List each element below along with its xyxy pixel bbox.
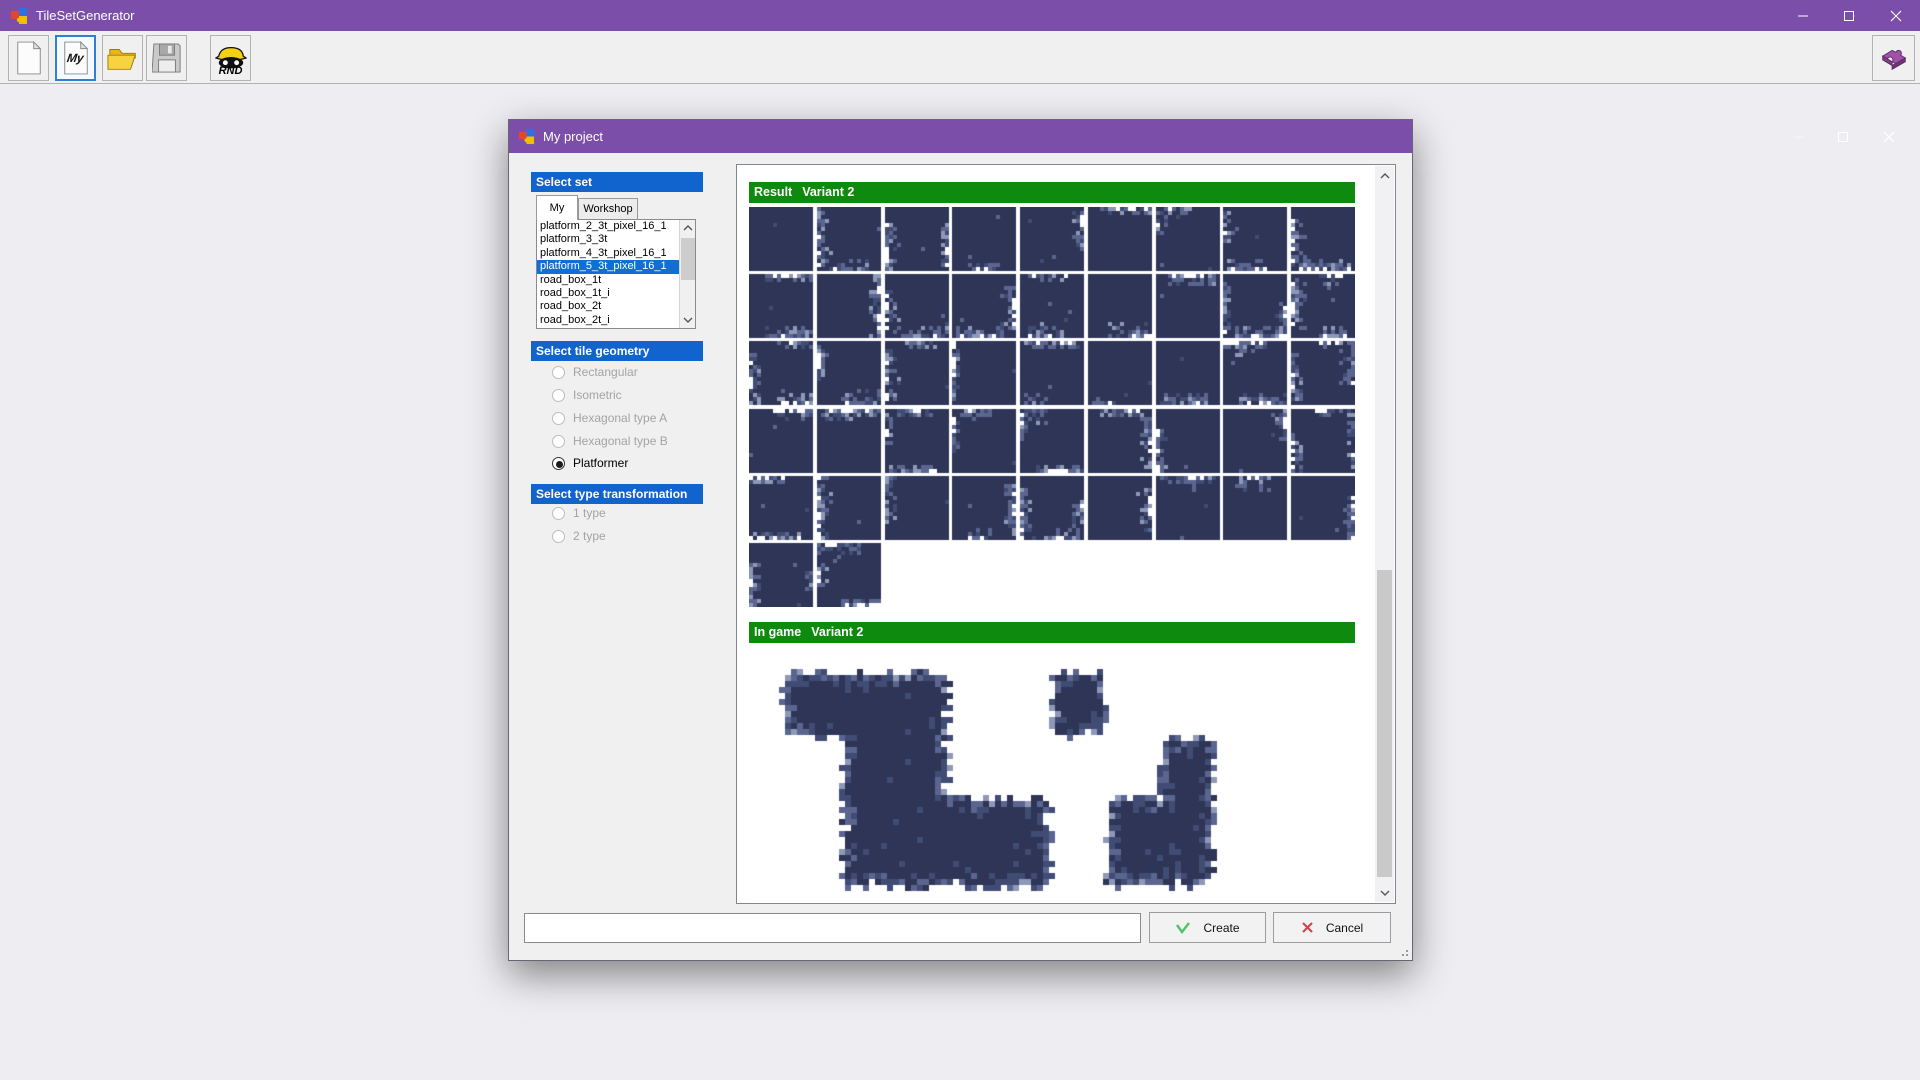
list-item[interactable]: road_box_1t	[537, 274, 695, 287]
radio-label: Platformer	[573, 456, 628, 470]
chevron-up-icon	[1380, 173, 1390, 179]
ingame-preview	[749, 651, 1355, 903]
ingame-header: In game Variant 2	[749, 622, 1355, 643]
radio-circle-icon	[552, 530, 565, 543]
window-titlebar[interactable]: TileSetGenerator	[0, 0, 1920, 31]
check-icon	[1175, 921, 1191, 934]
maximize-button[interactable]	[1826, 0, 1872, 31]
radio-hexagonal-b[interactable]: Hexagonal type B	[552, 430, 668, 452]
radio-label: Hexagonal type B	[573, 434, 668, 448]
open-folder-icon	[107, 43, 139, 73]
minimize-icon	[1793, 131, 1805, 143]
chevron-down-icon	[683, 317, 693, 323]
scroll-down-arrow[interactable]	[680, 312, 696, 328]
list-item[interactable]: platform_3_3t	[537, 233, 695, 246]
list-item-selected[interactable]: platform_5_3t_pixel_16_1	[537, 260, 695, 273]
list-item[interactable]: road_box_1t_i	[537, 287, 695, 300]
dialog-close-button[interactable]	[1865, 120, 1913, 153]
list-item[interactable]: road_box_2t_i	[537, 314, 695, 327]
save-floppy-icon	[152, 42, 182, 74]
radio-circle-icon	[552, 412, 565, 425]
dialog-titlebar[interactable]: My project	[509, 120, 1412, 153]
result-tiles-preview	[749, 207, 1355, 607]
x-icon	[1301, 921, 1314, 934]
tilesetgenerator-window: TileSetGenerator My	[0, 0, 1920, 1080]
radio-label: Hexagonal type A	[573, 411, 667, 425]
radio-circle-icon	[552, 435, 565, 448]
app-puzzle-icon	[10, 7, 28, 25]
radio-label: Rectangular	[573, 365, 638, 379]
my-file-icon	[61, 40, 91, 76]
radio-2-type[interactable]: 2 type	[552, 525, 606, 547]
tab-workshop[interactable]: Workshop	[578, 198, 638, 220]
puzzle-piece-icon	[1878, 44, 1910, 72]
radio-label: 1 type	[573, 506, 606, 520]
save-button[interactable]	[146, 35, 187, 81]
radio-circle-icon	[552, 366, 565, 379]
scroll-up-arrow[interactable]	[1375, 166, 1394, 185]
maximize-icon	[1843, 10, 1855, 22]
radio-rectangular[interactable]: Rectangular	[552, 361, 638, 383]
radio-circle-icon	[552, 457, 565, 470]
radio-circle-icon	[552, 389, 565, 402]
my-project-button[interactable]: My	[55, 35, 96, 81]
radio-hexagonal-a[interactable]: Hexagonal type A	[552, 407, 667, 429]
new-project-button[interactable]	[8, 35, 49, 81]
result-variant: Variant 2	[802, 185, 854, 199]
ingame-variant: Variant 2	[811, 625, 863, 639]
result-label: Result	[754, 185, 792, 199]
my-project-dialog: My project Select set My Workshop platfo…	[508, 119, 1413, 961]
radio-1-type[interactable]: 1 type	[552, 502, 606, 524]
radio-label: Isometric	[573, 388, 622, 402]
rnd-icon-label: RND	[219, 65, 243, 77]
open-button[interactable]	[102, 35, 143, 81]
main-toolbar: My RND	[0, 31, 1920, 84]
select-set-header: Select set	[531, 172, 703, 192]
maximize-icon	[1837, 131, 1849, 143]
listbox-scroll-thumb[interactable]	[681, 238, 695, 280]
random-generate-button[interactable]: RND	[210, 35, 251, 81]
cancel-label: Cancel	[1326, 921, 1363, 935]
radio-platformer[interactable]: Platformer	[552, 452, 628, 474]
create-button[interactable]: Create	[1149, 912, 1266, 943]
preview-scroll-thumb[interactable]	[1377, 570, 1392, 877]
resize-grip[interactable]	[1399, 947, 1409, 957]
preview-panel: Result Variant 2 In game Variant 2	[736, 164, 1396, 904]
dialog-maximize-button[interactable]	[1821, 120, 1865, 153]
dialog-title: My project	[543, 129, 603, 144]
minimize-button[interactable]	[1780, 0, 1826, 31]
tab-my[interactable]: My	[536, 195, 578, 220]
minimize-icon	[1797, 10, 1809, 22]
list-item[interactable]: platform_4_3t_pixel_16_1	[537, 247, 695, 260]
dialog-puzzle-icon	[518, 128, 535, 145]
radio-isometric[interactable]: Isometric	[552, 384, 622, 406]
preview-scrollbar[interactable]	[1375, 166, 1394, 902]
close-button[interactable]	[1872, 0, 1920, 31]
ingame-label: In game	[754, 625, 801, 639]
window-title: TileSetGenerator	[36, 8, 135, 23]
chevron-up-icon	[683, 225, 693, 231]
scroll-up-arrow[interactable]	[680, 220, 696, 236]
close-icon	[1890, 10, 1902, 22]
tile-geometry-header: Select tile geometry	[531, 341, 703, 361]
type-transformation-header: Select type transformation	[531, 484, 703, 504]
listbox-scrollbar[interactable]	[679, 220, 695, 328]
close-icon	[1883, 131, 1895, 143]
output-name-input[interactable]	[524, 913, 1141, 943]
dialog-minimize-button	[1777, 120, 1821, 153]
result-header: Result Variant 2	[749, 182, 1355, 203]
plugins-button[interactable]	[1872, 35, 1915, 81]
cancel-button[interactable]: Cancel	[1273, 912, 1391, 943]
new-file-icon	[14, 40, 44, 76]
set-listbox[interactable]: platform_2_3t_pixel_16_1 platform_3_3t p…	[536, 219, 696, 329]
chevron-down-icon	[1380, 890, 1390, 896]
radio-label: 2 type	[573, 529, 606, 543]
create-label: Create	[1203, 921, 1239, 935]
radio-circle-icon	[552, 507, 565, 520]
scroll-down-arrow[interactable]	[1375, 883, 1394, 902]
list-item[interactable]: road_box_2t	[537, 300, 695, 313]
list-item[interactable]: platform_2_3t_pixel_16_1	[537, 220, 695, 233]
